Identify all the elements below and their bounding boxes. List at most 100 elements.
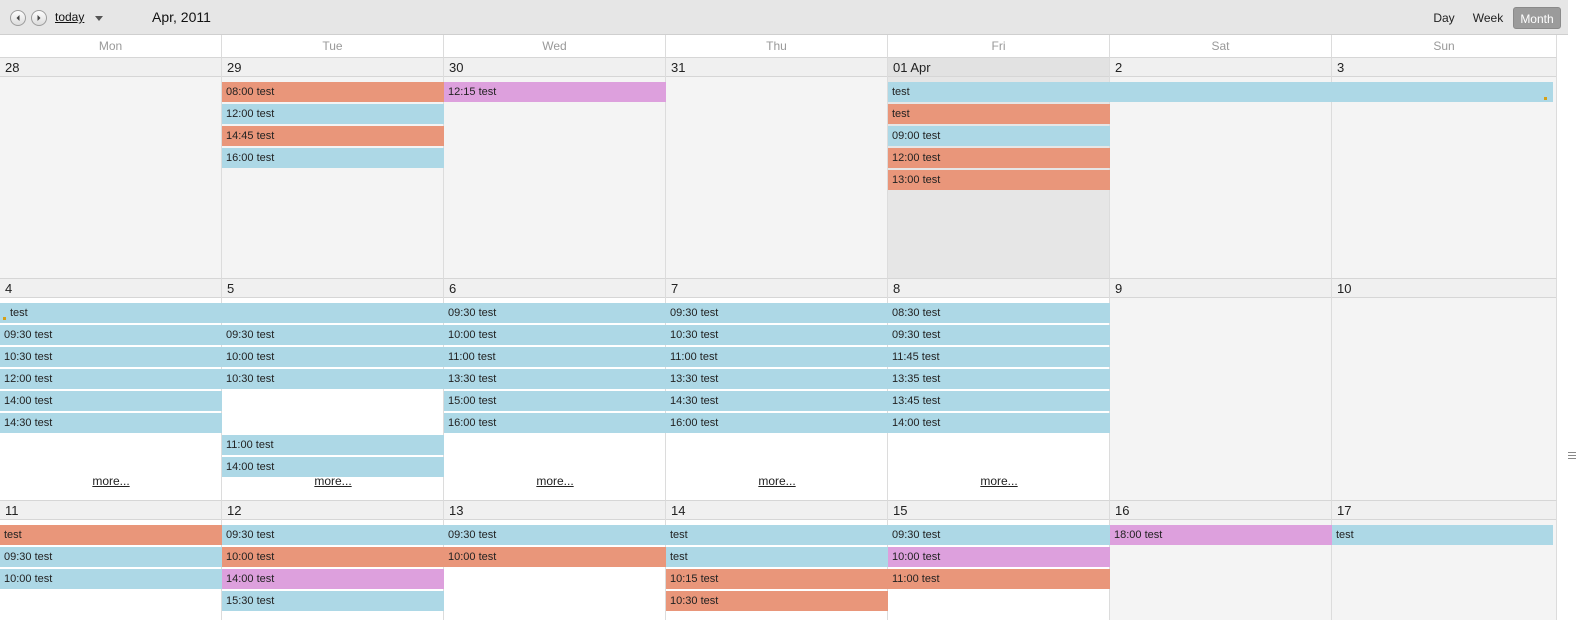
calendar-event[interactable]: 10:30 test — [666, 325, 888, 345]
day-number[interactable]: 10 — [1337, 281, 1351, 296]
calendar-event[interactable]: test — [666, 525, 888, 545]
day-number[interactable]: 17 — [1337, 503, 1351, 518]
calendar-event[interactable]: 09:30 test — [222, 525, 444, 545]
more-events-link[interactable]: more... — [888, 474, 1110, 488]
prev-button[interactable] — [10, 10, 26, 26]
calendar-event[interactable]: 09:30 test — [444, 303, 666, 323]
calendar-event[interactable]: 13:30 test — [666, 369, 888, 389]
date-dropdown-icon[interactable] — [95, 16, 103, 21]
calendar-event[interactable]: 10:00 test — [444, 325, 666, 345]
calendar-event[interactable]: 11:00 test — [222, 435, 444, 455]
calendar-event[interactable]: test — [888, 104, 1110, 124]
calendar-event[interactable]: 09:30 test — [888, 525, 1110, 545]
calendar-event[interactable]: 09:30 test — [444, 525, 666, 545]
calendar-event[interactable]: 13:00 test — [888, 170, 1110, 190]
next-button[interactable] — [31, 10, 47, 26]
calendar-event[interactable]: test — [1332, 525, 1553, 545]
calendar-event[interactable]: 10:00 test — [222, 547, 444, 567]
calendar-event[interactable]: 09:00 test — [888, 126, 1110, 146]
day-number[interactable]: 7 — [671, 281, 678, 296]
view-month-button[interactable]: Month — [1513, 7, 1561, 29]
weekday-tue: Tue — [222, 35, 444, 57]
calendar-event[interactable]: 16:00 test — [222, 148, 444, 168]
calendar-event[interactable]: 12:00 test — [0, 369, 222, 389]
calendar-event[interactable]: 14:30 test — [666, 391, 888, 411]
more-events-link[interactable]: more... — [0, 474, 222, 488]
day-number[interactable]: 29 — [227, 60, 241, 75]
calendar-event[interactable]: 11:45 test — [888, 347, 1110, 367]
calendar-event[interactable]: 16:00 test — [444, 413, 666, 433]
day-number-bar: 28 — [0, 58, 221, 77]
more-events-link[interactable]: more... — [666, 474, 888, 488]
calendar-event[interactable]: 14:00 test — [222, 569, 444, 589]
calendar-event[interactable]: 14:00 test — [888, 413, 1110, 433]
day-number[interactable]: 6 — [449, 281, 456, 296]
day-number[interactable]: 4 — [5, 281, 12, 296]
calendar-event[interactable]: 10:00 test — [0, 569, 222, 589]
scrollbar-grip-icon[interactable] — [1568, 452, 1576, 462]
day-number[interactable]: 31 — [671, 60, 685, 75]
more-events-link[interactable]: more... — [444, 474, 666, 488]
calendar-event[interactable]: test — [0, 303, 444, 323]
calendar-event[interactable]: 11:00 test — [666, 347, 888, 367]
day-number[interactable]: 8 — [893, 281, 900, 296]
day-number[interactable]: 14 — [671, 503, 685, 518]
day-cell[interactable]: 10 — [1332, 278, 1557, 500]
calendar-event[interactable]: 10:30 test — [222, 369, 444, 389]
calendar-event[interactable]: 10:15 test — [666, 569, 888, 589]
calendar-event[interactable]: 12:15 test — [444, 82, 666, 102]
day-number[interactable]: 3 — [1337, 60, 1344, 75]
day-number[interactable]: 12 — [227, 503, 241, 518]
calendar-event[interactable]: 13:35 test — [888, 369, 1110, 389]
calendar-event[interactable]: 09:30 test — [888, 325, 1110, 345]
day-cell[interactable]: 16 — [1110, 500, 1332, 620]
calendar-event[interactable]: 10:00 test — [888, 547, 1110, 567]
day-cell[interactable]: 31 — [666, 57, 888, 278]
calendar-event[interactable]: 09:30 test — [666, 303, 888, 323]
day-number[interactable]: 5 — [227, 281, 234, 296]
calendar-event[interactable]: 10:30 test — [666, 591, 888, 611]
calendar-event[interactable]: 16:00 test — [666, 413, 888, 433]
day-number[interactable]: 11 — [5, 503, 19, 518]
view-day-button[interactable]: Day — [1428, 7, 1460, 29]
day-number[interactable]: 15 — [893, 503, 907, 518]
calendar-event[interactable]: 18:00 test — [1110, 525, 1332, 545]
calendar-event[interactable]: 10:30 test — [0, 347, 222, 367]
day-number[interactable]: 2 — [1115, 60, 1122, 75]
calendar-event[interactable]: 09:30 test — [0, 547, 222, 567]
today-link[interactable]: today — [55, 10, 84, 24]
calendar-event[interactable]: 14:45 test — [222, 126, 444, 146]
calendar-event[interactable]: 14:30 test — [0, 413, 222, 433]
calendar-event[interactable]: 11:00 test — [888, 569, 1110, 589]
calendar-event[interactable]: 12:00 test — [222, 104, 444, 124]
calendar-event[interactable]: 12:00 test — [888, 148, 1110, 168]
calendar-event[interactable]: 13:45 test — [888, 391, 1110, 411]
calendar-event[interactable]: 08:00 test — [222, 82, 444, 102]
calendar-event[interactable]: 13:30 test — [444, 369, 666, 389]
calendar-event[interactable]: 11:00 test — [444, 347, 666, 367]
calendar-event[interactable]: test — [666, 547, 888, 567]
calendar-event[interactable]: 15:30 test — [222, 591, 444, 611]
day-number[interactable]: 28 — [5, 60, 19, 75]
calendar-event[interactable]: 10:00 test — [222, 347, 444, 367]
more-events-link[interactable]: more... — [222, 474, 444, 488]
day-number[interactable]: 30 — [449, 60, 463, 75]
resize-handle-icon[interactable] — [3, 317, 6, 320]
calendar-event[interactable]: test — [888, 82, 1553, 102]
calendar-event[interactable]: 14:00 test — [0, 391, 222, 411]
calendar-event[interactable]: 10:00 test — [444, 547, 666, 567]
day-number[interactable]: 13 — [449, 503, 463, 518]
day-cell[interactable]: 9 — [1110, 278, 1332, 500]
calendar-event[interactable]: 09:30 test — [0, 325, 222, 345]
day-number[interactable]: 01 Apr — [893, 60, 931, 75]
view-week-button[interactable]: Week — [1467, 7, 1509, 29]
calendar-event[interactable]: test — [0, 525, 222, 545]
day-number[interactable]: 16 — [1115, 503, 1129, 518]
day-cell[interactable]: 28 — [0, 57, 222, 278]
calendar-event[interactable]: 09:30 test — [222, 325, 444, 345]
calendar-event[interactable]: 08:30 test — [888, 303, 1110, 323]
day-cell[interactable]: 17 — [1332, 500, 1557, 620]
resize-handle-icon[interactable] — [1544, 97, 1547, 100]
day-number[interactable]: 9 — [1115, 281, 1122, 296]
calendar-event[interactable]: 15:00 test — [444, 391, 666, 411]
